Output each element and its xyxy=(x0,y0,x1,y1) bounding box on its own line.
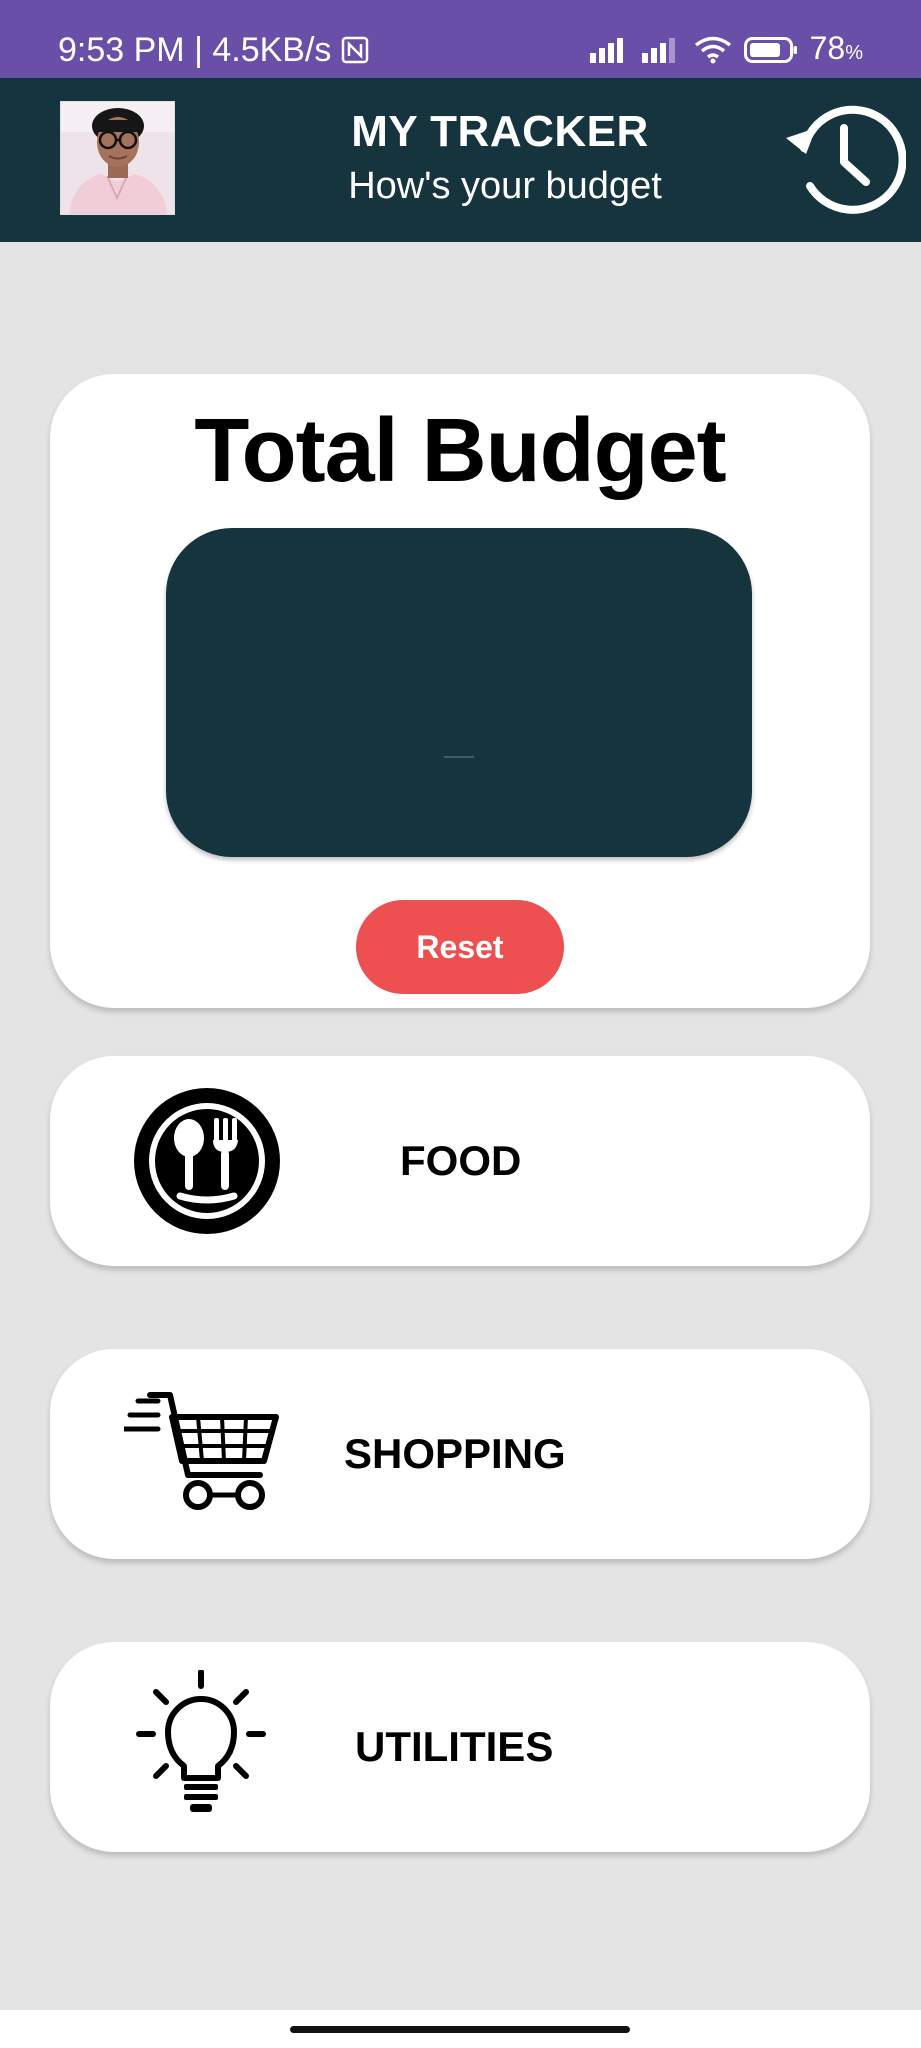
app-subtitle: How's your budget xyxy=(348,165,662,207)
budget-display xyxy=(166,528,752,857)
battery-unit: % xyxy=(845,41,863,64)
status-right: 78% xyxy=(589,28,863,73)
home-indicator[interactable] xyxy=(290,2026,630,2033)
battery-percentage: 78% xyxy=(810,28,863,73)
lightbulb-icon xyxy=(136,1670,266,1812)
wifi-icon xyxy=(694,36,731,64)
signal-icon xyxy=(589,38,623,63)
status-bar: 9:53 PM | 4.5KB/s 78% xyxy=(0,0,921,78)
app-bar: MY TRACKER How's your budget xyxy=(0,78,921,242)
battery-icon xyxy=(743,37,797,63)
food-category-card[interactable]: FOOD xyxy=(50,1056,870,1266)
total-budget-title: Total Budget xyxy=(194,401,726,501)
total-budget-card: Total Budget Reset xyxy=(50,374,870,1008)
food-plate-icon xyxy=(134,1088,280,1234)
shopping-label: SHOPPING xyxy=(344,1430,566,1477)
shopping-cart-icon xyxy=(124,1392,279,1510)
nfc-icon xyxy=(342,36,369,64)
utilities-category-card[interactable]: UTILITIES xyxy=(50,1642,870,1852)
reset-button[interactable]: Reset xyxy=(356,900,564,994)
battery-value: 78 xyxy=(809,29,846,66)
screen: 9:53 PM | 4.5KB/s 78% MY TRACKER How's y… xyxy=(0,0,921,2048)
avatar[interactable] xyxy=(60,101,175,215)
app-title: MY TRACKER xyxy=(351,107,649,156)
history-button[interactable] xyxy=(782,98,907,222)
status-time-speed: 9:53 PM | 4.5KB/s xyxy=(58,31,332,69)
avatar-photo xyxy=(61,102,174,214)
signal-icon xyxy=(641,38,675,63)
navigation-bar xyxy=(0,2010,921,2048)
status-left: 9:53 PM | 4.5KB/s xyxy=(58,30,369,70)
history-clock-icon xyxy=(786,105,907,214)
food-label: FOOD xyxy=(400,1137,522,1184)
budget-placeholder-line xyxy=(444,756,474,758)
shopping-category-card[interactable]: SHOPPING xyxy=(50,1349,870,1559)
utilities-label: UTILITIES xyxy=(355,1723,554,1770)
